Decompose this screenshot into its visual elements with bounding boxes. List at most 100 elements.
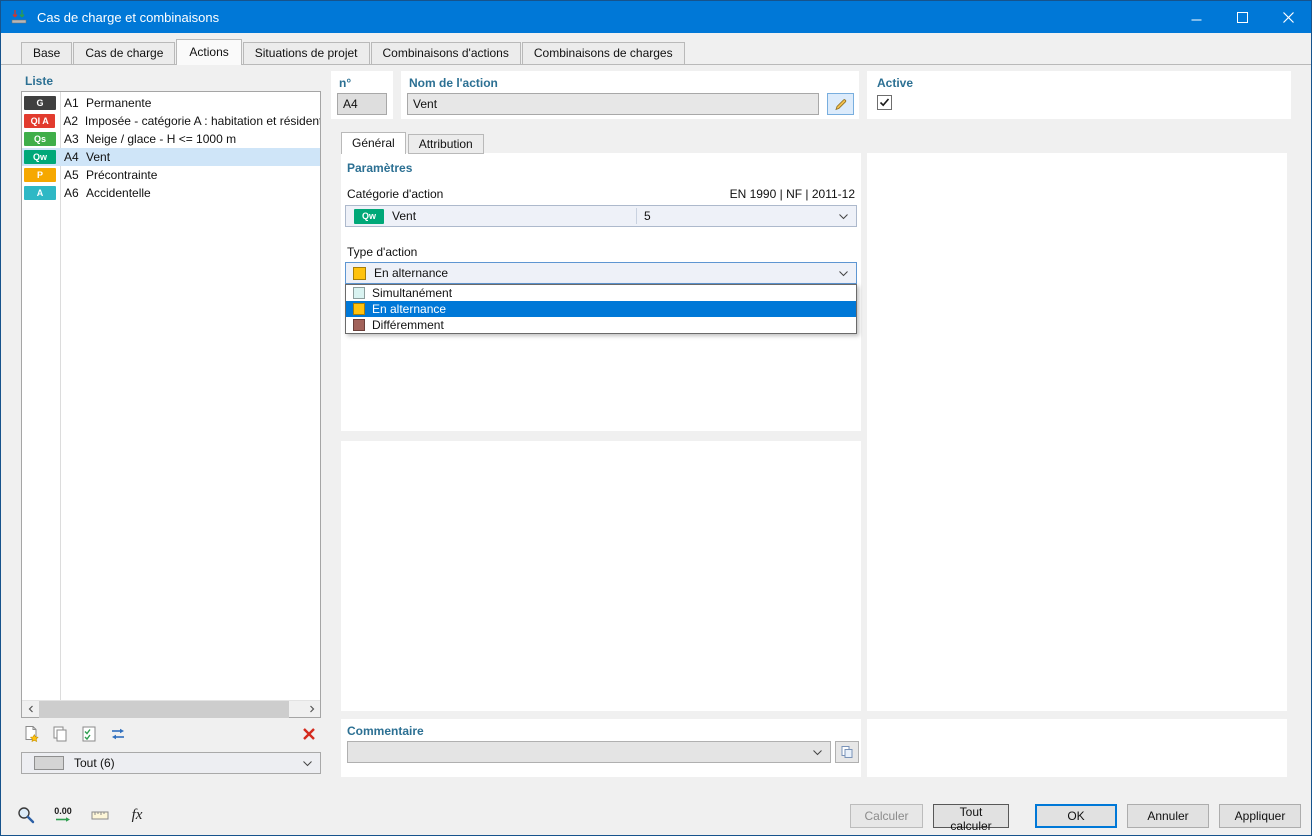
code-reference: EN 1990 | NF | 2011-12 [729,187,855,201]
category-badge: Qw [24,150,56,164]
number-label: n° [339,76,352,90]
list-filter-dropdown[interactable]: Tout (6) [21,752,321,774]
actions-list: G A1 Permanente QI A A2 Imposée - catégo… [22,94,320,202]
parameters-panel: Paramètres Catégorie d'action EN 1990 | … [341,153,861,431]
annuler-button[interactable]: Annuler [1127,804,1209,828]
list-item-a1[interactable]: G A1 Permanente [22,94,320,112]
tab-general[interactable]: Général [341,132,406,154]
close-icon[interactable] [1265,1,1311,33]
checkbox-check-icon [879,98,890,107]
comment-label: Commentaire [347,724,424,738]
action-number-value: A4 [343,97,358,111]
tab-cas-de-charge[interactable]: Cas de charge [73,42,176,64]
comment-dropdown[interactable] [347,741,831,763]
parameters-section-label: Paramètres [347,161,413,175]
action-category-dropdown[interactable]: Qw Vent 5 [345,205,857,227]
list-item-a3[interactable]: Qs A3 Neige / glace - H <= 1000 m [22,130,320,148]
action-id: A1 [64,96,79,110]
name-label: Nom de l'action [409,76,498,90]
chevron-down-icon [839,271,848,277]
list-item-a4-selected[interactable]: Qw A4 Vent [22,148,320,166]
type-color-swatch [353,266,366,280]
tab-base[interactable]: Base [21,42,73,64]
option-differemment[interactable]: Différemment [346,317,856,333]
tab-situations-de-projet[interactable]: Situations de projet [242,42,370,64]
empty-bottom-right-panel [867,719,1287,777]
list-item-a5[interactable]: P A5 Précontrainte [22,166,320,184]
fx-label: fx [131,806,143,823]
action-id: A4 [64,150,79,164]
active-checkbox[interactable] [877,95,892,110]
appliquer-button[interactable]: Appliquer [1219,804,1301,828]
action-id: A2 [63,114,79,128]
action-name-field[interactable]: Vent [407,93,819,115]
function-fx-icon[interactable]: fx [122,801,152,829]
list-toolbar [21,722,321,746]
scrollbar-thumb[interactable] [39,700,289,718]
chevron-down-icon [813,750,822,756]
category-name: Vent [392,209,417,223]
action-number-field: A4 [337,93,387,115]
category-badge: Qs [24,132,56,146]
category-badge: G [24,96,56,110]
tout-calculer-button[interactable]: Tout calculer [933,804,1009,833]
option-color-swatch [353,287,365,299]
button-spacer [1019,804,1025,828]
minimize-icon[interactable] [1173,1,1219,33]
magnifier-icon[interactable] [11,801,41,829]
delete-x-icon[interactable] [301,726,317,742]
calculer-button[interactable]: Calculer [850,804,923,828]
scroll-left-icon[interactable] [22,701,39,718]
horizontal-scrollbar[interactable] [22,700,320,718]
units-icon[interactable] [85,801,115,829]
option-label: Simultanément [372,286,453,300]
option-simultanement[interactable]: Simultanément [346,285,856,301]
decimal-places-icon[interactable]: 0.00 [48,801,78,829]
ok-button[interactable]: OK [1035,804,1117,828]
dialog-window: Cas de charge et combinaisons Base Cas d… [0,0,1312,836]
edit-pencil-icon[interactable] [827,93,854,115]
tab-combinaisons-charges[interactable]: Combinaisons de charges [521,42,685,64]
main-tab-bar: Base Cas de charge Actions Situations de… [21,39,686,65]
tab-attribution[interactable]: Attribution [407,134,484,154]
action-id: A5 [64,168,79,182]
chevron-down-icon [839,214,848,220]
option-label: En alternance [372,302,447,316]
filter-color-swatch [34,756,64,770]
action-name: Accidentelle [86,186,151,200]
copy-action-icon[interactable] [50,724,70,744]
transfer-check-icon[interactable] [79,724,99,744]
combo-divider [636,208,637,224]
comment-options-icon[interactable] [835,741,859,763]
new-action-icon[interactable] [21,724,41,744]
action-id: A6 [64,186,79,200]
action-type-dropdown[interactable]: En alternance [345,262,857,284]
footer-toolbar: 0.00 fx [11,801,152,829]
action-name: Neige / glace - H <= 1000 m [86,132,237,146]
scroll-right-icon[interactable] [303,701,320,718]
filter-value: Tout (6) [74,756,115,770]
footer-buttons: Calculer Tout calculer OK Annuler Appliq… [850,804,1301,833]
action-name: Imposée - catégorie A : habitation et ré… [84,114,320,128]
titlebar[interactable]: Cas de charge et combinaisons [1,1,1311,33]
decimal-places-label: 0.00 [54,806,72,816]
action-id: A3 [64,132,79,146]
action-name: Permanente [86,96,152,110]
number-box: n° A4 [331,71,393,119]
tab-combinaisons-actions[interactable]: Combinaisons d'actions [370,42,521,64]
list-item-a6[interactable]: A A6 Accidentelle [22,184,320,202]
category-label: Catégorie d'action [347,187,444,201]
window-title: Cas de charge et combinaisons [37,9,220,25]
renumber-icon[interactable] [108,724,128,744]
option-en-alternance-selected[interactable]: En alternance [346,301,856,317]
category-badge: Qw [354,208,384,224]
category-badge: QI A [24,114,56,128]
tab-actions[interactable]: Actions [176,39,242,65]
category-badge: P [24,168,56,182]
comment-panel: Commentaire [341,719,861,777]
maximize-icon[interactable] [1219,1,1265,33]
window-controls [1173,1,1311,33]
action-type-options: Simultanément En alternance Différemment [345,284,857,334]
empty-right-panel [867,153,1287,711]
list-item-a2[interactable]: QI A A2 Imposée - catégorie A : habitati… [22,112,320,130]
